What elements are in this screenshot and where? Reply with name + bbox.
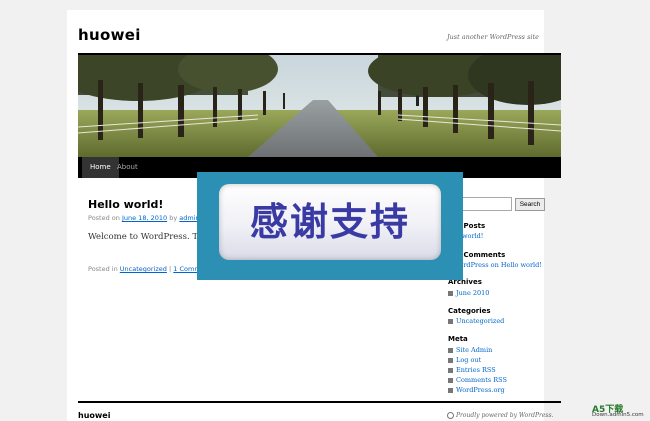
post-meta-by: by [169,214,178,222]
site-description: Just another WordPress site [447,33,539,41]
overlay-panel: 感谢支持 [219,184,441,260]
footer-credit-text[interactable]: Proudly powered by WordPress. [456,412,554,419]
post-date-link[interactable]: June 18, 2010 [122,214,167,222]
list-item[interactable]: Uncategorized [448,316,504,326]
bullet-icon [448,387,453,393]
meta-link-site-admin[interactable]: Site Admin [456,346,492,354]
bullet-icon [448,318,453,324]
bullet-icon [448,357,453,363]
categories-title: Categories [448,307,491,315]
list-item[interactable]: WordPress.org [448,385,507,395]
bullet-icon [448,367,453,373]
nav-item-about[interactable]: About [109,157,146,178]
footer-credit[interactable]: Proudly powered by WordPress. [447,412,554,419]
search-button[interactable]: Search [515,198,545,211]
bullet-icon [448,377,453,383]
archives-list: June 2010 [448,288,489,298]
post-meta-prefix: Posted on [88,214,120,222]
archive-link[interactable]: June 2010 [456,289,489,297]
meta-link-entries-rss[interactable]: Entries RSS [456,366,496,374]
post-util-separator: | [168,265,172,273]
list-item[interactable]: Entries RSS [448,365,507,375]
post-util-prefix: Posted in [88,265,118,273]
list-item[interactable]: Comments RSS [448,375,507,385]
post-category-link[interactable]: Uncategorized [120,265,167,273]
meta-link-comments-rss[interactable]: Comments RSS [456,376,507,384]
post-title[interactable]: Hello world! [88,198,163,211]
meta-list: Site Admin Log out Entries RSS Comments … [448,345,507,395]
overlay-text: 感谢支持 [249,200,410,244]
list-item[interactable]: June 2010 [448,288,489,298]
header-image [78,55,561,157]
list-item[interactable]: Site Admin [448,345,507,355]
overlay-banner: 感谢支持 [197,172,463,280]
site-title[interactable]: huowei [78,26,141,44]
meta-link-wordpress-org[interactable]: WordPress.org [456,386,505,394]
footer-site-title[interactable]: huowei [78,411,110,420]
watermark-url: Down.admin5.com [592,412,644,418]
wordpress-logo-icon [447,412,454,419]
categories-list: Uncategorized [448,316,504,326]
footer-divider [78,401,561,403]
post-meta: Posted on June 18, 2010 by admin [88,214,200,222]
bullet-icon [448,290,453,296]
bullet-icon [448,347,453,353]
list-item[interactable]: Log out [448,355,507,365]
meta-link-log-out[interactable]: Log out [456,356,481,364]
meta-title: Meta [448,335,468,343]
post-utility: Posted in Uncategorized | 1 Comment [88,265,211,273]
category-link[interactable]: Uncategorized [456,317,504,325]
